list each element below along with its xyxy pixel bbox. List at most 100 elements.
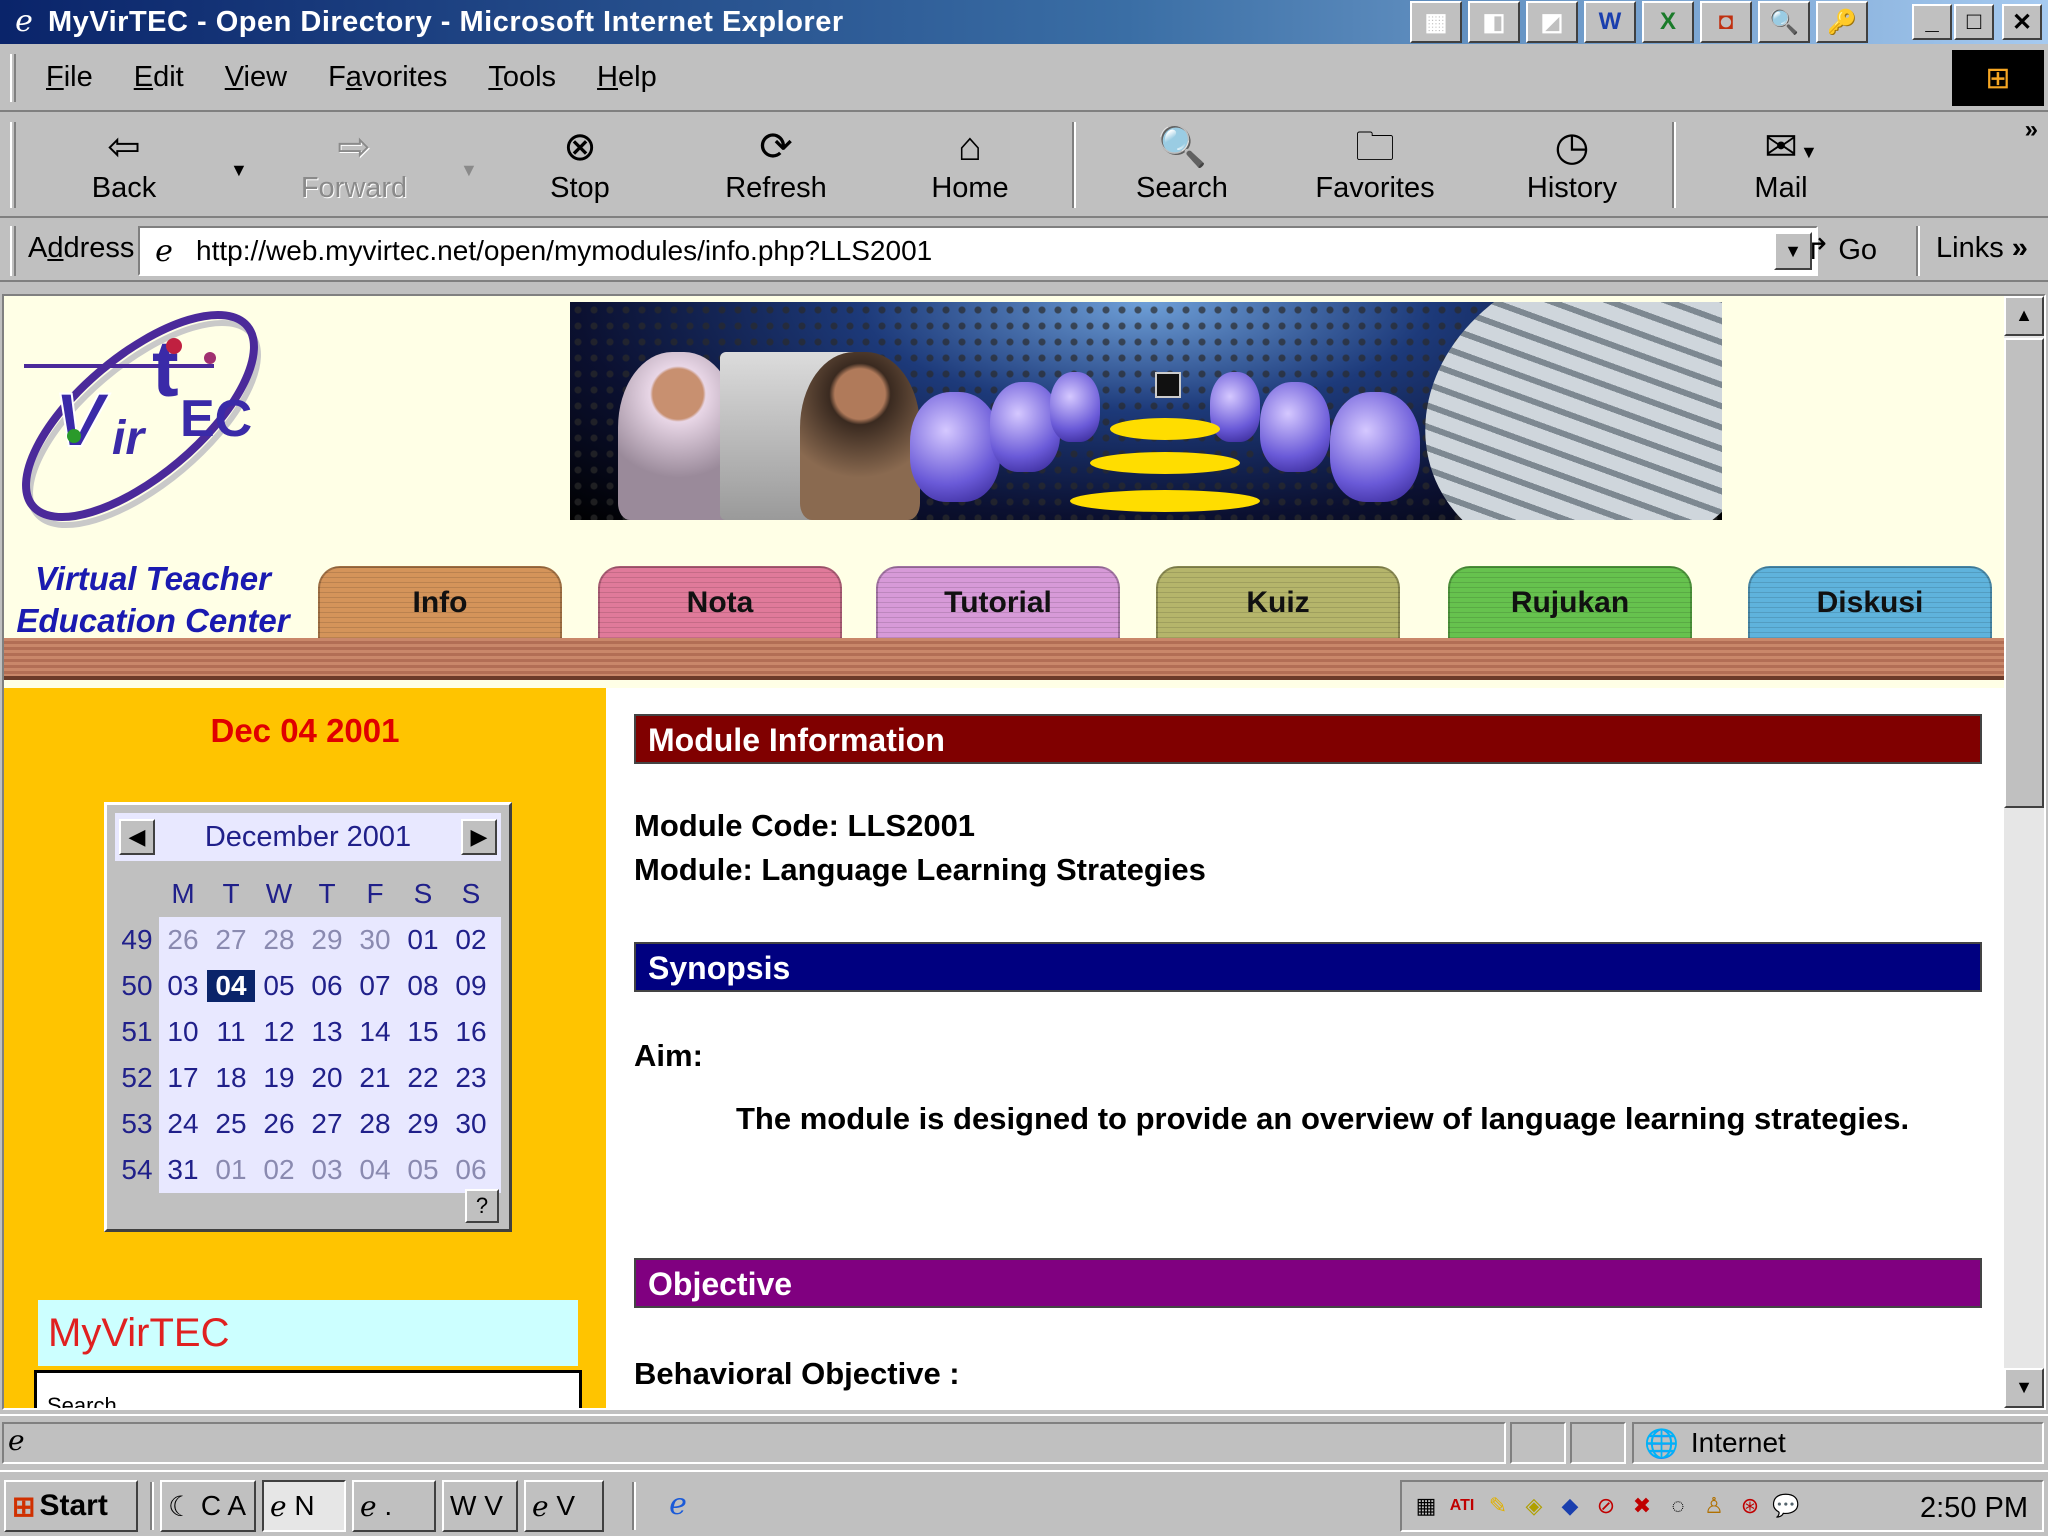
refresh-button[interactable]: ⟳ Refresh [716,122,836,212]
calendar-day[interactable]: 31 [159,1154,207,1186]
calendar-day[interactable]: 24 [159,1108,207,1140]
sidebar-search-box[interactable]: Search [34,1370,582,1408]
toolbar-grip[interactable] [10,122,16,208]
calendar-day[interactable]: 02 [255,1154,303,1186]
calendar-day[interactable]: 11 [207,1016,255,1048]
taskbar-button[interactable]: ℯ V [524,1480,604,1532]
shortcut-icon[interactable]: ◩ [1526,1,1578,43]
find-icon[interactable]: 🔍 [1758,1,1810,43]
calendar-day[interactable]: 30 [447,1108,495,1140]
tray-icon[interactable]: ▦ [1410,1490,1442,1522]
address-input[interactable]: ℯ http://web.myvirtec.net/open/mymodules… [138,226,1818,276]
word-icon[interactable]: W [1584,1,1636,43]
shortcut-icon[interactable]: ◧ [1468,1,1520,43]
calendar-day[interactable]: 10 [159,1016,207,1048]
back-button[interactable]: ⇦ Back [74,122,174,212]
scroll-up-icon[interactable]: ▲ [2004,296,2044,336]
ati-icon[interactable]: ATI [1446,1490,1478,1522]
history-button[interactable]: ◷ History [1522,122,1622,212]
calendar-day[interactable]: 14 [351,1016,399,1048]
calendar-day[interactable]: 09 [447,970,495,1002]
tab-kuiz[interactable]: Kuiz [1156,566,1400,638]
title-bar[interactable]: ℯ MyVirTEC - Open Directory - Microsoft … [0,0,2048,44]
taskbar-button[interactable]: ☾ C A [160,1480,256,1532]
prev-month-icon[interactable]: ◀ [119,819,155,855]
calendar-day[interactable]: 29 [399,1108,447,1140]
calendar-day[interactable]: 03 [303,1154,351,1186]
tab-diskusi[interactable]: Diskusi [1748,566,1992,638]
tab-nota[interactable]: Nota [598,566,842,638]
menu-tools[interactable]: Tools [488,61,556,94]
scroll-down-icon[interactable]: ▼ [2004,1368,2044,1408]
tray-icon[interactable]: ⊘ [1590,1490,1622,1522]
tab-rujukan[interactable]: Rujukan [1448,566,1692,638]
calendar-day[interactable]: 20 [303,1062,351,1094]
shortcut-icon[interactable]: ▦ [1410,1,1462,43]
menu-favorites[interactable]: Favorites [328,61,447,94]
calendar-day[interactable]: 12 [255,1016,303,1048]
calendar-day[interactable]: 18 [207,1062,255,1094]
next-month-icon[interactable]: ▶ [461,819,497,855]
toolbar-more-icon[interactable]: » [2025,116,2038,144]
toolbar-grip[interactable] [10,226,16,276]
ie-quicklaunch-icon[interactable]: ℯ [656,1482,700,1528]
scroll-thumb[interactable] [2004,338,2044,808]
taskbar-button[interactable]: W V [442,1480,518,1532]
calendar-day[interactable]: 05 [399,1154,447,1186]
start-button[interactable]: ⊞ Start [4,1480,138,1532]
calendar-day[interactable]: 03 [159,970,207,1002]
powerpoint-icon[interactable]: ◘ [1700,1,1752,43]
taskbar-button-active[interactable]: ℯ N [262,1480,346,1532]
calendar-day[interactable]: 01 [207,1154,255,1186]
access-icon[interactable]: 🔑 [1816,1,1868,43]
back-dropdown-icon[interactable]: ▼ [230,160,248,181]
calendar-day[interactable]: 22 [399,1062,447,1094]
tab-tutorial[interactable]: Tutorial [876,566,1120,638]
calendar-day[interactable]: 17 [159,1062,207,1094]
calendar-day[interactable]: 26 [255,1108,303,1140]
vertical-scrollbar[interactable]: ▲ ▼ [2004,296,2044,1408]
calendar-day-selected[interactable]: 04 [207,970,255,1002]
calendar-day[interactable]: 23 [447,1062,495,1094]
mail-dropdown-icon[interactable]: ▼ [1800,142,1818,163]
minimize-button[interactable]: _ [1912,4,1952,40]
calendar-day[interactable]: 06 [447,1154,495,1186]
calendar-day[interactable]: 15 [399,1016,447,1048]
taskbar-button[interactable]: ℯ . [352,1480,436,1532]
tray-icon[interactable]: ◌ [1662,1490,1694,1522]
menu-help[interactable]: Help [597,61,657,94]
calendar-day[interactable]: 26 [159,924,207,956]
calendar-day[interactable]: 21 [351,1062,399,1094]
close-button[interactable]: ✕ [2002,4,2042,40]
menu-view[interactable]: View [225,61,287,94]
tray-icon[interactable]: ✎ [1482,1490,1514,1522]
calendar-day[interactable]: 16 [447,1016,495,1048]
calendar-day[interactable]: 13 [303,1016,351,1048]
calendar-day[interactable]: 07 [351,970,399,1002]
mail-button[interactable]: ✉ Mail [1736,122,1826,212]
network-disconnected-icon[interactable]: ✖ [1626,1490,1658,1522]
virtec-logo[interactable]: V ir t EC [14,296,284,546]
favorites-button[interactable]: 🗀 Favorites [1310,122,1440,212]
calendar-day[interactable]: 05 [255,970,303,1002]
home-button[interactable]: ⌂ Home [920,122,1020,212]
excel-icon[interactable]: X [1642,1,1694,43]
tray-icon[interactable]: ♙ [1698,1490,1730,1522]
forward-button[interactable]: ⇨ Forward [296,122,412,212]
calendar-day[interactable]: 25 [207,1108,255,1140]
calendar-day[interactable]: 27 [207,924,255,956]
calendar-day[interactable]: 30 [351,924,399,956]
maximize-button[interactable]: □ [1954,4,1994,40]
go-button[interactable]: ↱ Go [1806,232,1877,267]
menu-file[interactable]: File [46,61,93,94]
calendar-day[interactable]: 01 [399,924,447,956]
calendar-day[interactable]: 04 [351,1154,399,1186]
calendar-day[interactable]: 06 [303,970,351,1002]
toolbar-grip[interactable] [10,54,16,102]
tray-icon[interactable]: ◆ [1554,1490,1586,1522]
tab-info[interactable]: Info [318,566,562,638]
tray-icon[interactable]: ⊛ [1734,1490,1766,1522]
calendar-day[interactable]: 29 [303,924,351,956]
calendar-day[interactable]: 28 [351,1108,399,1140]
links-more-icon[interactable]: » [2012,232,2028,264]
